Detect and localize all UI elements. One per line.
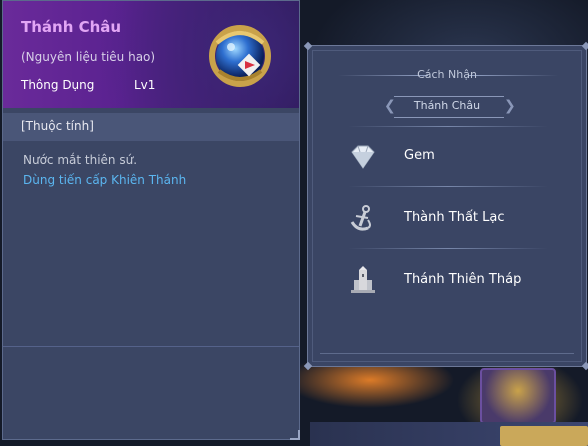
item-header: Thánh Châu (Nguyên liệu tiêu hao) Thông … bbox=[3, 1, 299, 108]
source-label: Gem bbox=[404, 148, 435, 163]
panel-corner bbox=[290, 430, 300, 440]
source-label: Thánh Thiên Tháp bbox=[404, 272, 522, 287]
background-item-slot bbox=[480, 368, 556, 424]
source-row-lost-city[interactable]: Thành Thất Lạc bbox=[348, 198, 568, 238]
row-separator bbox=[348, 186, 548, 187]
item-level: Lv1 bbox=[134, 78, 156, 92]
anchor-icon bbox=[348, 204, 378, 234]
source-row-tower[interactable]: Thánh Thiên Tháp bbox=[348, 260, 568, 300]
background-button bbox=[500, 426, 588, 446]
attributes-title: [Thuộc tính] bbox=[21, 119, 94, 133]
acquire-item-name: Thánh Châu bbox=[413, 99, 481, 112]
item-description: Nước mắt thiên sứ. bbox=[23, 153, 138, 167]
item-info-panel: Thánh Châu (Nguyên liệu tiêu hao) Thông … bbox=[2, 0, 300, 440]
source-row-gem[interactable]: Gem bbox=[348, 136, 568, 176]
gem-icon bbox=[348, 142, 378, 172]
acquire-title: Cách Nhận bbox=[417, 68, 477, 81]
item-name: Thánh Châu bbox=[21, 18, 122, 36]
item-type: (Nguyên liệu tiêu hao) bbox=[21, 50, 156, 64]
item-usage: Dùng tiến cấp Khiên Thánh bbox=[23, 173, 187, 187]
acquire-panel-footer bbox=[320, 353, 574, 354]
panel-divider bbox=[3, 346, 299, 347]
item-rarity: Thông Dụng bbox=[21, 78, 95, 92]
row-separator bbox=[348, 126, 548, 127]
source-label: Thành Thất Lạc bbox=[404, 210, 505, 225]
row-separator bbox=[348, 248, 548, 249]
tower-icon bbox=[348, 266, 378, 296]
orb-icon bbox=[205, 21, 275, 91]
acquire-panel: Cách Nhận ❮ ❯ Thánh Châu Gem Thành Thất … bbox=[303, 41, 588, 371]
attributes-header: [Thuộc tính] bbox=[3, 113, 299, 141]
